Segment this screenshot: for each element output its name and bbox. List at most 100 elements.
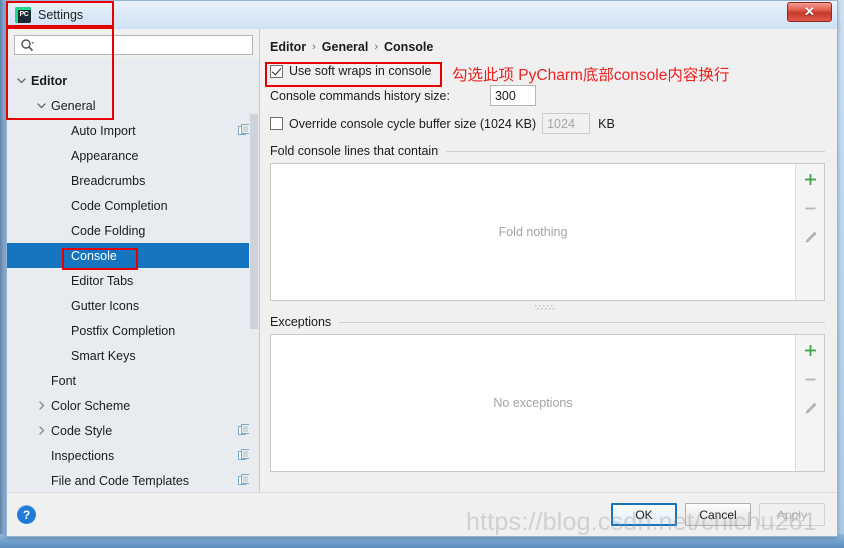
help-icon[interactable]: ?: [17, 505, 36, 524]
tree-item-label: Smart Keys: [71, 348, 136, 363]
settings-tree[interactable]: Editor General Auto Import Appearance Breadc…: [7, 59, 259, 492]
tree-item-label: Postfix Completion: [71, 323, 176, 338]
exceptions-edit-icon: [799, 397, 821, 419]
footer-buttons: OK Cancel Apply: [611, 503, 825, 526]
tree-item-color-scheme[interactable]: Color Scheme: [7, 393, 259, 418]
console-settings-panel: Editor › General › Console Use soft wrap…: [260, 29, 837, 492]
panel-splitter[interactable]: [270, 301, 825, 313]
tree-item-label: General: [51, 98, 96, 113]
exceptions-add-icon[interactable]: [799, 339, 821, 361]
tree-item-code-folding[interactable]: Code Folding: [7, 218, 259, 243]
ok-button[interactable]: OK: [611, 503, 677, 526]
tree-item-font[interactable]: Font: [7, 368, 259, 393]
tree-item-code-style[interactable]: Code Style: [7, 418, 259, 443]
tree-item-label: Font: [51, 373, 77, 388]
fold-remove-icon: [799, 197, 821, 219]
tree-item-file-and-code-templates[interactable]: File and Code Templates: [7, 468, 259, 492]
tree-item-label: Code Folding: [71, 223, 146, 238]
dialog-footer: ? OK Cancel Apply: [7, 492, 837, 536]
soft-wraps-row: Use soft wraps in console: [270, 64, 825, 78]
tree-item-auto-import[interactable]: Auto Import: [7, 118, 259, 143]
dialog-title: Settings: [38, 7, 84, 22]
tree-item-label: Breadcrumbs: [71, 173, 146, 188]
fold-empty-text: Fold nothing: [498, 225, 568, 239]
tree-scrollbar[interactable]: [249, 59, 259, 492]
chevron-down-icon[interactable]: [35, 99, 48, 112]
chevron-right-icon[interactable]: [35, 399, 48, 412]
tree-item-label: Appearance: [71, 148, 139, 163]
settings-dialog: PC Settings ✕ Editor General Auto Import…: [6, 0, 838, 537]
override-buffer-label[interactable]: Override console cycle buffer size (1024…: [289, 117, 536, 131]
tree-item-label: Editor: [31, 73, 68, 88]
fold-edit-icon: [799, 226, 821, 248]
tree-item-appearance[interactable]: Appearance: [7, 143, 259, 168]
tree-item-console[interactable]: Console: [7, 243, 259, 268]
exceptions-list[interactable]: No exceptions: [271, 335, 795, 471]
exceptions-section-title: Exceptions: [270, 315, 332, 329]
soft-wraps-label[interactable]: Use soft wraps in console: [289, 64, 431, 78]
close-icon[interactable]: ✕: [787, 2, 832, 22]
breadcrumb-separator-2: ›: [374, 41, 379, 53]
history-size-row: Console commands history size:: [270, 85, 825, 106]
history-size-input[interactable]: [489, 85, 536, 106]
tree-item-code-completion[interactable]: Code Completion: [7, 193, 259, 218]
tree-item-editor[interactable]: Editor: [7, 68, 259, 93]
breadcrumb-console: Console: [384, 40, 434, 54]
exceptions-section-rule: [339, 321, 825, 323]
fold-section-rule: [446, 150, 825, 152]
exceptions-remove-icon: [799, 368, 821, 390]
settings-tree-panel: Editor General Auto Import Appearance Breadc…: [7, 29, 260, 492]
tree-item-label: Editor Tabs: [71, 273, 134, 288]
fold-list-toolbar: [795, 164, 824, 300]
tree-item-inspections[interactable]: Inspections: [7, 443, 259, 468]
exceptions-section-header: Exceptions: [270, 315, 825, 329]
tree-item-editor-tabs[interactable]: Editor Tabs: [7, 268, 259, 293]
exceptions-empty-text: No exceptions: [493, 396, 573, 410]
override-buffer-input[interactable]: [542, 113, 591, 134]
tree-partial-row: [7, 59, 259, 68]
tree-item-label: Code Completion: [71, 198, 168, 213]
breadcrumb-general[interactable]: General: [322, 40, 369, 54]
fold-add-icon[interactable]: [799, 168, 821, 190]
cancel-button[interactable]: Cancel: [685, 503, 751, 526]
tree-item-postfix-completion[interactable]: Postfix Completion: [7, 318, 259, 343]
tree-item-breadcrumbs[interactable]: Breadcrumbs: [7, 168, 259, 193]
tree-item-label: Auto Import: [71, 123, 136, 138]
search-box[interactable]: [14, 35, 253, 55]
tree-item-smart-keys[interactable]: Smart Keys: [7, 343, 259, 368]
fold-list[interactable]: Fold nothing: [271, 164, 795, 300]
fold-list-container: Fold nothing: [270, 163, 825, 301]
fold-section-title: Fold console lines that contain: [270, 144, 439, 158]
dialog-titlebar[interactable]: PC Settings ✕: [7, 1, 837, 29]
tree-item-gutter-icons[interactable]: Gutter Icons: [7, 293, 259, 318]
override-buffer-checkbox[interactable]: [270, 117, 283, 130]
pycharm-icon-text: PC: [19, 11, 29, 18]
tree-rows: Editor General Auto Import Appearance Breadc…: [7, 68, 259, 492]
soft-wraps-checkbox[interactable]: [270, 64, 283, 78]
breadcrumb-editor[interactable]: Editor: [270, 40, 306, 54]
apply-button: Apply: [759, 503, 825, 526]
chevron-down-icon[interactable]: [15, 74, 28, 87]
tree-item-label: Code Style: [51, 423, 113, 438]
breadcrumb-separator-1: ›: [312, 41, 316, 53]
tree-scrollbar-thumb[interactable]: [250, 114, 258, 329]
pycharm-icon: PC: [15, 6, 31, 23]
history-size-label: Console commands history size:: [270, 88, 450, 103]
tree-item-label: Gutter Icons: [71, 298, 140, 313]
chevron-right-icon[interactable]: [35, 424, 48, 437]
tree-item-general[interactable]: General: [7, 93, 259, 118]
search-input[interactable]: [34, 37, 252, 53]
tree-item-label: Inspections: [51, 448, 115, 463]
breadcrumb: Editor › General › Console: [270, 40, 825, 54]
